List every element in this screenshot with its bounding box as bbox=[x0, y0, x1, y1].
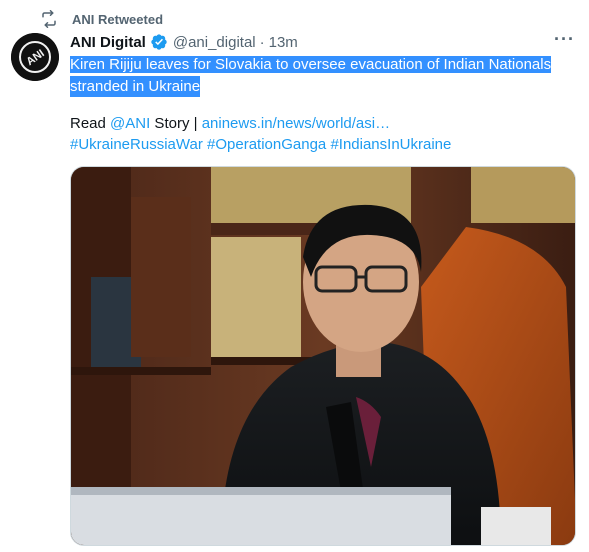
ani-logo: ANI bbox=[11, 33, 59, 81]
mention-link[interactable]: @ANI bbox=[110, 115, 150, 132]
retweet-indicator[interactable]: ANI Retweeted bbox=[40, 10, 163, 28]
story-url-link[interactable]: aninews.in/news/world/asi… bbox=[202, 115, 390, 132]
tweet-text: Kiren Rijiju leaves for Slovakia to over… bbox=[70, 54, 575, 97]
read-middle: Story | bbox=[150, 115, 202, 132]
hashtag-link[interactable]: #OperationGanga bbox=[207, 136, 326, 153]
separator-dot: · bbox=[259, 33, 265, 51]
headline-line-2: stranded in Ukraine bbox=[70, 76, 201, 97]
avatar[interactable]: ANI bbox=[11, 33, 59, 81]
author-name[interactable]: ANI Digital bbox=[70, 34, 146, 51]
headline-line-1: Kiren Rijiju leaves for Slovakia to over… bbox=[70, 56, 552, 73]
read-prefix: Read bbox=[70, 115, 111, 132]
more-options-icon[interactable]: ··· bbox=[554, 30, 575, 50]
tweet-header: ANI Digital @ani_digital · 13m ··· bbox=[70, 30, 575, 53]
retweet-icon bbox=[40, 10, 58, 28]
hashtags-line: #UkraineRussiaWar #OperationGanga #India… bbox=[70, 135, 451, 155]
author-handle[interactable]: @ani_digital bbox=[173, 34, 256, 51]
verified-badge-icon bbox=[150, 33, 168, 51]
read-story-line: Read @ANI Story | aninews.in/news/world/… bbox=[70, 114, 390, 134]
tweet-photo[interactable] bbox=[70, 166, 576, 546]
retweet-label: ANI Retweeted bbox=[72, 11, 164, 27]
timestamp[interactable]: 13m bbox=[269, 34, 298, 51]
hashtag-link[interactable]: #UkraineRussiaWar bbox=[70, 136, 203, 153]
hashtag-link[interactable]: #IndiansInUkraine bbox=[330, 136, 451, 153]
